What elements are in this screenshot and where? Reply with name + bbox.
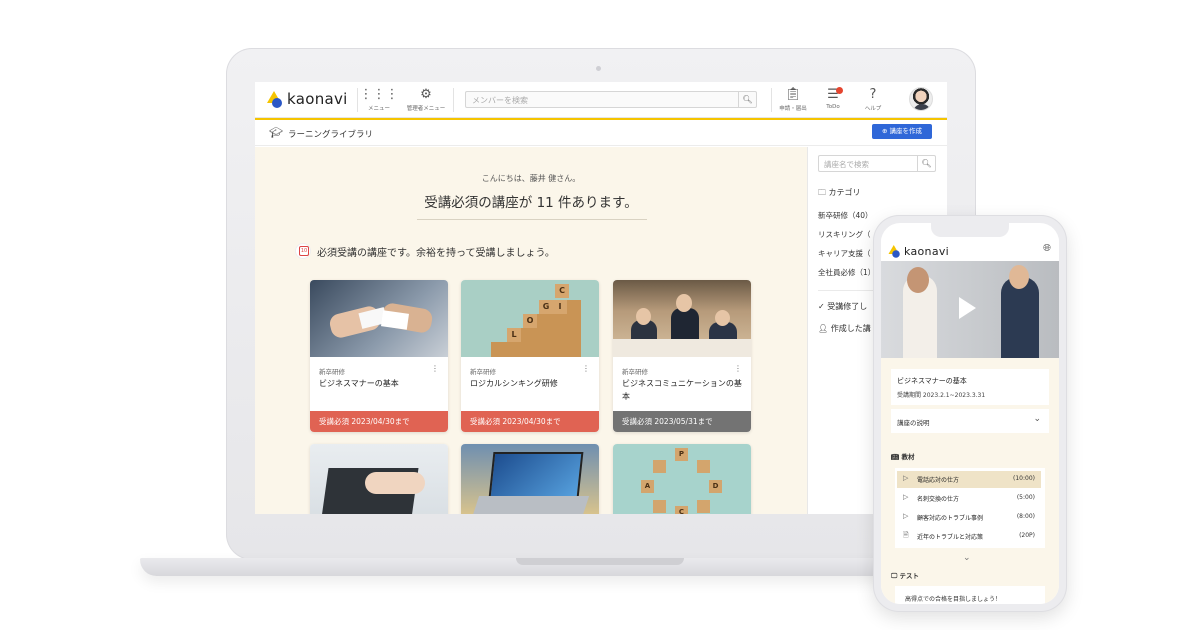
- kaonavi-logo[interactable]: kaonavi: [265, 90, 348, 108]
- due-badge: 受講必須 2023/04/30まで: [310, 411, 448, 432]
- category-item[interactable]: 全社員必修（1）: [818, 267, 875, 278]
- category-item[interactable]: 新卒研修（40）: [818, 210, 873, 221]
- required-notice: 10 必須受講の講座です。余裕を持って受講しましょう。: [295, 243, 555, 259]
- category-item[interactable]: キャリア支援（: [818, 248, 871, 259]
- laptop-camera: [596, 66, 601, 71]
- top-bar: kaonavi ⋮⋮⋮ メニュー ⚙ 管理者メニュー メンバーを検索 🔍︎ 📋︎…: [255, 82, 947, 118]
- help-button[interactable]: ? ヘルプ: [853, 87, 893, 115]
- course-title: ロジカルシンキング研修: [470, 379, 558, 388]
- member-search-placeholder: メンバーを検索: [472, 96, 528, 105]
- todo-button[interactable]: ☰ ToDo: [813, 87, 853, 115]
- course-category: 新卒研修: [319, 368, 345, 376]
- phone-body: [881, 358, 1059, 604]
- divider: [357, 88, 358, 112]
- graduation-cap-icon: 🎓︎: [269, 126, 283, 139]
- notice-text: 必須受講の講座です。余裕を持って受講しましょう。: [317, 247, 555, 259]
- globe-icon[interactable]: 🌐︎: [1043, 243, 1051, 254]
- course-thumbnail: L O G I C: [461, 280, 599, 357]
- search-icon[interactable]: 🔍︎: [917, 156, 935, 171]
- course-title: ビジネスマナーの基本: [319, 379, 399, 388]
- calendar-icon: 10: [295, 243, 311, 259]
- grid-icon: ⋮⋮⋮: [359, 87, 399, 102]
- divider: [453, 88, 454, 112]
- course-thumbnail: P A D C: [613, 444, 751, 514]
- admin-menu-label: 管理者メニュー: [406, 106, 446, 112]
- laptop-screen: kaonavi ⋮⋮⋮ メニュー ⚙ 管理者メニュー メンバーを検索 🔍︎ 📋︎…: [255, 82, 947, 514]
- help-label: ヘルプ: [864, 106, 882, 112]
- member-search[interactable]: メンバーを検索 🔍︎: [465, 91, 757, 108]
- apply-label: 申請・届出: [779, 106, 807, 112]
- greeting: こんにちは、藤井 健さん。: [481, 174, 581, 183]
- user-icon: 👤︎: [818, 324, 829, 333]
- help-icon: ?: [869, 87, 877, 102]
- course-thumbnail: [310, 280, 448, 357]
- gear-icon: ⚙: [420, 87, 432, 102]
- apply-button[interactable]: 📋︎ 申請・届出: [773, 87, 813, 115]
- course-card[interactable]: 新卒研修 ⋮ ビジネスマナーの基本 受講必須 2023/04/30まで: [310, 280, 448, 432]
- course-video[interactable]: [881, 261, 1059, 358]
- category-heading: 🗀 カテゴリ: [818, 187, 861, 201]
- phone-header: kaonavi 🌐︎: [881, 237, 1059, 261]
- completed-courses-label: 受講修了し: [827, 302, 868, 311]
- course-card[interactable]: [310, 444, 448, 514]
- page-title: ラーニングライブラリ: [288, 130, 374, 140]
- more-options-icon[interactable]: ⋮: [431, 364, 439, 373]
- completed-courses-link[interactable]: ✓ 受講修了し: [818, 301, 867, 312]
- created-courses-label: 作成した講: [830, 324, 871, 333]
- user-avatar[interactable]: [909, 87, 933, 111]
- due-badge: 受講必須 2023/05/31まで: [613, 411, 751, 432]
- notification-badge: [836, 87, 843, 94]
- divider: [417, 219, 647, 220]
- required-count-headline: 受講必須の講座が 11 件あります。: [424, 195, 638, 211]
- more-options-icon[interactable]: ⋮: [582, 364, 590, 373]
- menu-button[interactable]: ⋮⋮⋮ メニュー: [359, 87, 399, 115]
- phone-screen: kaonavi 🌐︎: [881, 223, 1059, 604]
- due-badge: 受講必須 2023/04/30まで: [461, 411, 599, 432]
- menu-label: メニュー: [367, 106, 390, 112]
- course-card[interactable]: L O G I C 新卒研修 ⋮ ロジカルシンキング研修 受講必須 2023/0…: [461, 280, 599, 432]
- admin-menu-button[interactable]: ⚙ 管理者メニュー: [406, 87, 446, 115]
- create-course-label: 講座を作成: [889, 127, 923, 135]
- kaonavi-logo-icon: [265, 90, 283, 108]
- phone-notch: [931, 223, 1009, 237]
- course-category: 新卒研修: [622, 368, 648, 376]
- course-card[interactable]: P A D C: [613, 444, 751, 514]
- checklist-icon: ☰: [827, 87, 839, 102]
- brand-name: kaonavi: [904, 244, 950, 258]
- kaonavi-logo-icon: [887, 244, 901, 258]
- course-category: 新卒研修: [470, 368, 496, 376]
- course-title: ビジネスコミュニケーションの基本: [622, 379, 742, 401]
- course-thumbnail: [613, 280, 751, 357]
- clipboard-icon: 📋︎: [784, 87, 802, 102]
- course-search-placeholder: 講座名で検索: [824, 160, 869, 169]
- sub-header: 🎓︎ ラーニングライブラリ ⊕ 講座を作成: [255, 120, 947, 146]
- divider: [771, 88, 772, 112]
- course-card[interactable]: 新卒研修 ⋮ ビジネスコミュニケーションの基本 受講必須 2023/05/31ま…: [613, 280, 751, 432]
- kaonavi-logo[interactable]: kaonavi: [887, 242, 949, 260]
- folder-icon: 🗀: [818, 188, 826, 197]
- play-icon[interactable]: [959, 297, 976, 319]
- brand-name: kaonavi: [287, 90, 348, 108]
- check-circle-icon: ✓: [818, 302, 825, 311]
- laptop-notch: [516, 558, 684, 565]
- main-content: こんにちは、藤井 健さん。 受講必須の講座が 11 件あります。 10 必須受講…: [255, 147, 807, 514]
- course-search[interactable]: 講座名で検索 🔍︎: [818, 155, 936, 172]
- promo-stage: kaonavi ⋮⋮⋮ メニュー ⚙ 管理者メニュー メンバーを検索 🔍︎ 📋︎…: [0, 0, 1200, 630]
- created-courses-link[interactable]: 👤︎ 作成した講: [818, 323, 871, 334]
- category-item[interactable]: リスキリング（: [818, 229, 871, 240]
- category-heading-label: カテゴリ: [828, 188, 861, 197]
- course-card[interactable]: [461, 444, 599, 514]
- todo-label: ToDo: [826, 104, 840, 110]
- course-thumbnail: [310, 444, 448, 514]
- search-icon[interactable]: 🔍︎: [738, 92, 756, 107]
- course-thumbnail: [461, 444, 599, 514]
- create-course-button[interactable]: ⊕ 講座を作成: [872, 124, 932, 139]
- more-options-icon[interactable]: ⋮: [734, 364, 742, 373]
